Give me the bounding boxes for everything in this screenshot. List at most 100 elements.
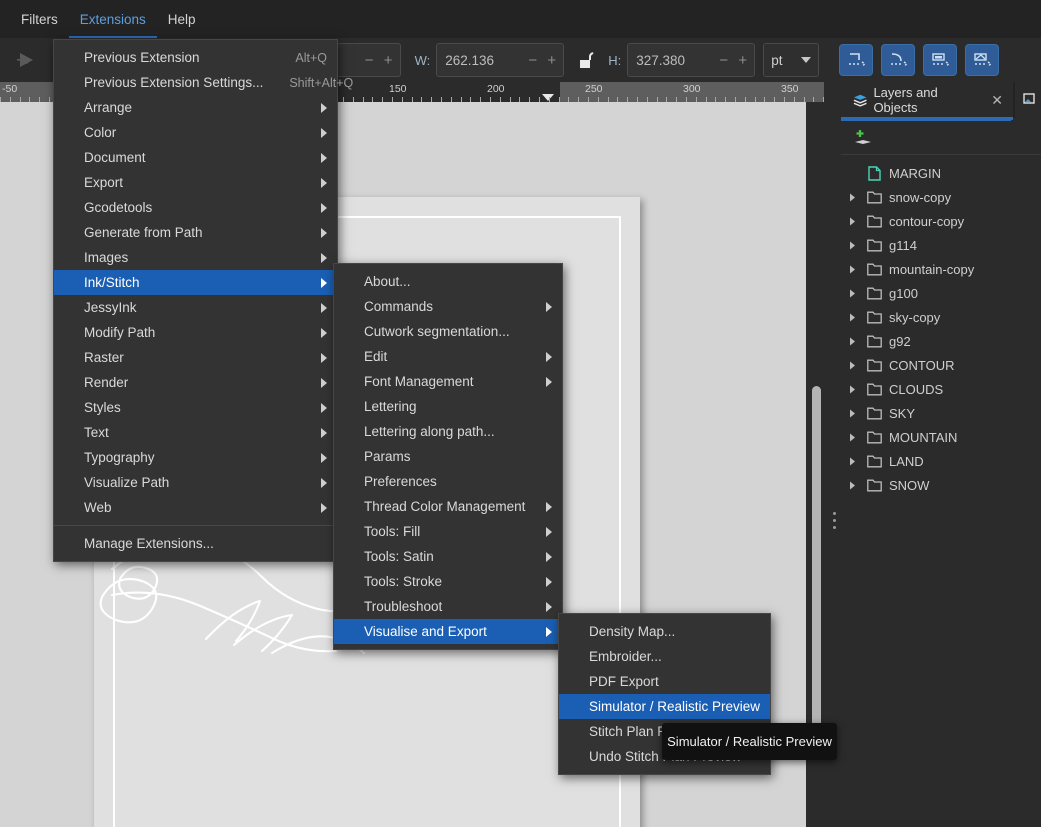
menu-item-document[interactable]: Document (54, 145, 337, 170)
canvas-vertical-scrollbar[interactable] (808, 102, 824, 827)
layer-row-mountain-copy[interactable]: mountain-copy (841, 257, 1041, 281)
expander-icon[interactable] (845, 361, 859, 370)
menu-help[interactable]: Help (157, 0, 207, 38)
expander-icon[interactable] (845, 313, 859, 322)
menu-item-color[interactable]: Color (54, 120, 337, 145)
layer-row-land[interactable]: LAND (841, 449, 1041, 473)
menu-item-edit[interactable]: Edit (334, 344, 562, 369)
menu-item-thread-color-management[interactable]: Thread Color Management (334, 494, 562, 519)
layer-row-contour[interactable]: CONTOUR (841, 353, 1041, 377)
layer-row-mountain[interactable]: MOUNTAIN (841, 425, 1041, 449)
snap-nodes-paths-button[interactable] (923, 44, 958, 76)
tab-layers-and-objects[interactable]: Layers and Objects ✕ (841, 82, 1013, 120)
w-increment-button[interactable]: + (542, 53, 561, 68)
y-increment-button[interactable]: + (379, 53, 398, 68)
layer-label: CLOUDS (889, 381, 944, 397)
menu-item-gcodetools[interactable]: Gcodetools (54, 195, 337, 220)
tab-objects-secondary[interactable] (1015, 82, 1041, 118)
y-decrement-button[interactable]: − (360, 53, 379, 68)
expander-icon[interactable] (845, 241, 859, 250)
layer-row-g92[interactable]: g92 (841, 329, 1041, 353)
pointer-tool-button[interactable] (6, 42, 46, 78)
layer-label: sky-copy (889, 309, 941, 325)
menu-item-previous-extension-settings[interactable]: Previous Extension Settings... Shift+Alt… (54, 70, 353, 95)
menu-item-ink-stitch[interactable]: Ink/Stitch (54, 270, 337, 295)
menu-item-density-map[interactable]: Density Map... (559, 619, 770, 644)
layer-row-margin[interactable]: MARGIN (841, 161, 1041, 185)
menu-item-export[interactable]: Export (54, 170, 337, 195)
menu-item-styles[interactable]: Styles (54, 395, 337, 420)
menu-item-lettering[interactable]: Lettering (334, 394, 562, 419)
canvas-vertical-scrollbar-thumb[interactable] (812, 386, 821, 746)
tab-layers-close-icon[interactable]: ✕ (991, 92, 1003, 109)
menu-item-cutwork-segmentation[interactable]: Cutwork segmentation... (334, 319, 562, 344)
menu-item-pdf-export[interactable]: PDF Export (559, 669, 770, 694)
layer-row-g100[interactable]: g100 (841, 281, 1041, 305)
add-layer-icon[interactable] (853, 129, 873, 147)
layer-list[interactable]: MARGIN snow-copy contour-copy g114 mount… (841, 155, 1041, 497)
menu-item-font-management[interactable]: Font Management (334, 369, 562, 394)
menu-filters[interactable]: Filters (10, 0, 69, 38)
w-input[interactable] (445, 52, 524, 68)
menu-item-render[interactable]: Render (54, 370, 337, 395)
menu-item-params[interactable]: Params (334, 444, 562, 469)
menu-extensions-trigger[interactable]: Extensions (68, 0, 157, 38)
ruler-tick (519, 97, 520, 102)
menu-item-jessyink[interactable]: JessyInk (54, 295, 337, 320)
h-input[interactable] (636, 52, 715, 68)
menu-item-typography[interactable]: Typography (54, 445, 337, 470)
menu-item-text[interactable]: Text (54, 420, 337, 445)
lock-ratio-button[interactable] (572, 43, 600, 77)
menu-item-manage-extensions[interactable]: Manage Extensions... (54, 531, 337, 556)
menu-item-tools-satin[interactable]: Tools: Satin (334, 544, 562, 569)
expander-icon[interactable] (845, 337, 859, 346)
expander-icon[interactable] (845, 433, 859, 442)
layer-row-contour-copy[interactable]: contour-copy (841, 209, 1041, 233)
expander-icon[interactable] (845, 265, 859, 274)
menu-item-visualise-and-export[interactable]: Visualise and Export (334, 619, 562, 644)
layer-row-clouds[interactable]: CLOUDS (841, 377, 1041, 401)
ink-stitch-submenu[interactable]: About... Commands Cutwork segmentation..… (333, 263, 563, 650)
dock-resize-grip[interactable] (828, 500, 840, 540)
expander-icon[interactable] (845, 457, 859, 466)
menu-item-simulator-realistic-preview[interactable]: Simulator / Realistic Preview (559, 694, 770, 719)
menu-item-raster[interactable]: Raster (54, 345, 337, 370)
expander-icon[interactable] (845, 409, 859, 418)
layer-row-sky[interactable]: SKY (841, 401, 1041, 425)
unit-select[interactable]: pt (763, 43, 820, 77)
menu-item-embroider[interactable]: Embroider... (559, 644, 770, 669)
w-spinbox[interactable]: − + (436, 43, 565, 77)
layer-row-sky-copy[interactable]: sky-copy (841, 305, 1041, 329)
h-spinbox[interactable]: − + (627, 43, 756, 77)
expander-icon[interactable] (845, 385, 859, 394)
menu-item-lettering-along-path[interactable]: Lettering along path... (334, 419, 562, 444)
expander-icon[interactable] (845, 217, 859, 226)
w-decrement-button[interactable]: − (523, 53, 542, 68)
menu-item-modify-path[interactable]: Modify Path (54, 320, 337, 345)
menu-item-web[interactable]: Web (54, 495, 337, 520)
layer-row-snow[interactable]: SNOW (841, 473, 1041, 497)
layer-row-snow-copy[interactable]: snow-copy (841, 185, 1041, 209)
menu-item-troubleshoot[interactable]: Troubleshoot (334, 594, 562, 619)
extensions-menu[interactable]: Previous Extension Alt+Q Previous Extens… (53, 39, 353, 562)
menu-item-visualize-path[interactable]: Visualize Path (54, 470, 337, 495)
snap-bounding-box-edge-button[interactable] (881, 44, 916, 76)
menu-item-tools-fill[interactable]: Tools: Fill (334, 519, 562, 544)
menu-item-generate-from-path[interactable]: Generate from Path (54, 220, 337, 245)
menu-item-tools-stroke[interactable]: Tools: Stroke (334, 569, 562, 594)
submenu-arrow-icon (321, 227, 327, 238)
menu-item-commands[interactable]: Commands (334, 294, 562, 319)
layer-row-g114[interactable]: g114 (841, 233, 1041, 257)
h-increment-button[interactable]: + (733, 53, 752, 68)
menu-item-arrange[interactable]: Arrange (54, 95, 337, 120)
menu-item-images[interactable]: Images (54, 245, 337, 270)
menu-item-about[interactable]: About... (334, 269, 562, 294)
h-decrement-button[interactable]: − (714, 53, 733, 68)
expander-icon[interactable] (845, 193, 859, 202)
menu-item-preferences[interactable]: Preferences (334, 469, 562, 494)
expander-icon[interactable] (845, 289, 859, 298)
expander-icon[interactable] (845, 481, 859, 490)
snap-bounding-box-corner-button[interactable] (839, 44, 874, 76)
snap-node-cusp-button[interactable] (965, 44, 1000, 76)
menu-item-previous-extension[interactable]: Previous Extension Alt+Q (54, 45, 337, 70)
